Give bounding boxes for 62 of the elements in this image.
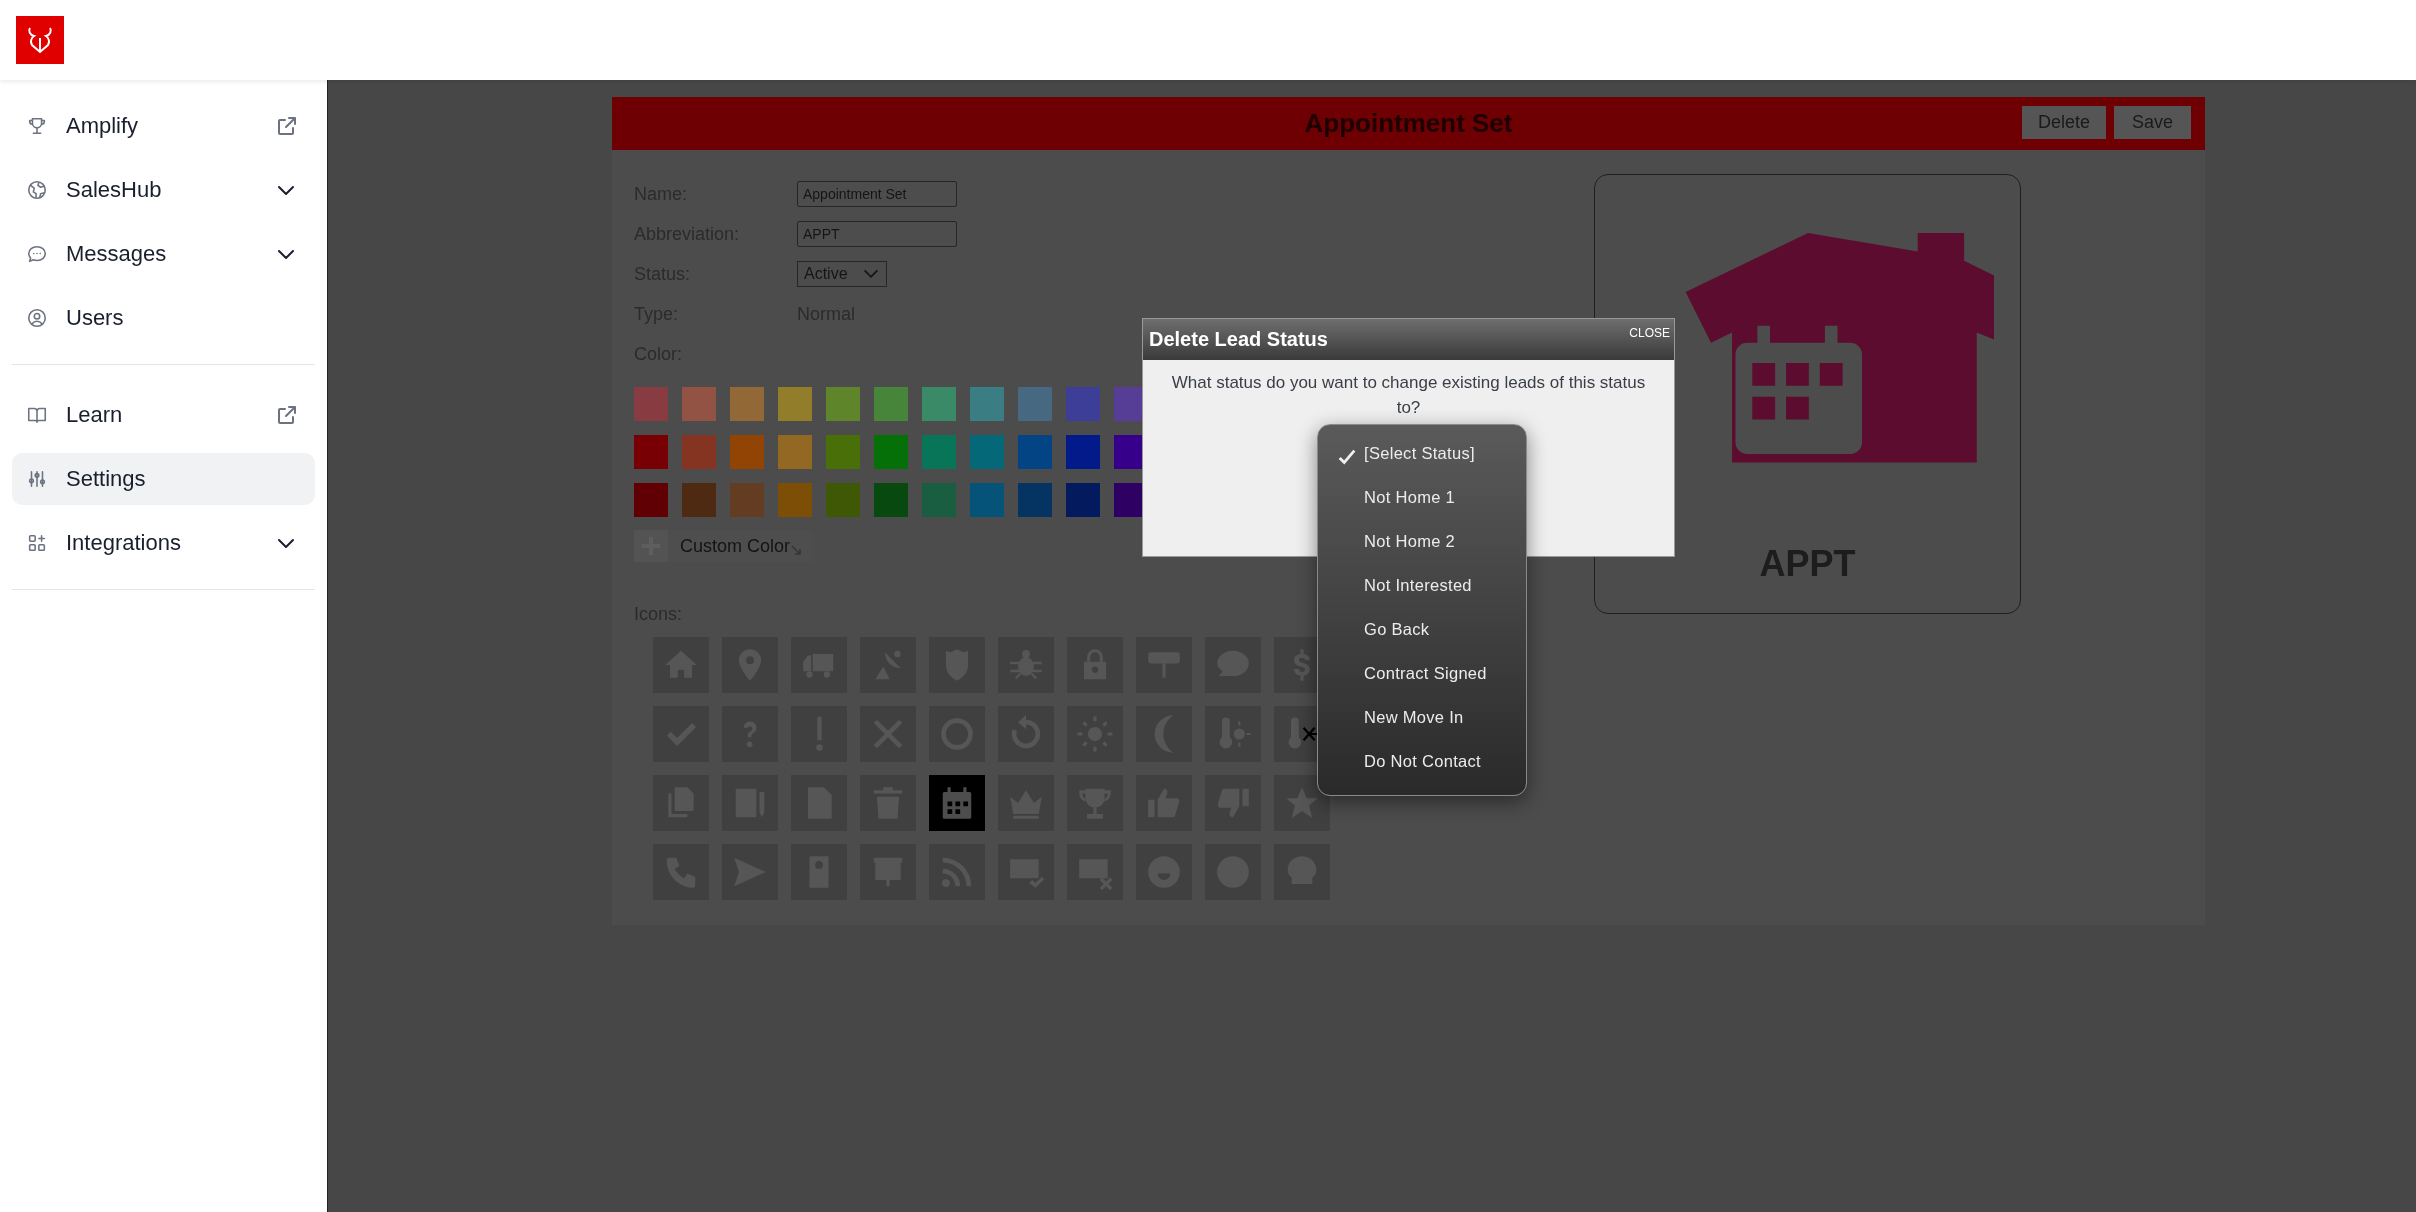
- dropdown-option[interactable]: Not Home 2: [1318, 519, 1526, 563]
- chevron-down-icon: [861, 269, 880, 279]
- color-swatch[interactable]: [778, 387, 812, 421]
- close-button[interactable]: CLOSE: [1629, 326, 1670, 340]
- color-swatch[interactable]: [778, 483, 812, 517]
- color-swatch[interactable]: [1018, 435, 1052, 469]
- chat-bubble-icon: [26, 243, 48, 265]
- sidebar-item[interactable]: SalesHub: [12, 164, 315, 216]
- color-swatch[interactable]: [634, 435, 668, 469]
- dropdown-option[interactable]: Not Interested: [1318, 563, 1526, 607]
- color-swatch[interactable]: [730, 387, 764, 421]
- external-link-icon: [275, 403, 299, 427]
- external-link-icon: [275, 114, 299, 138]
- color-swatch[interactable]: [1018, 387, 1052, 421]
- dropdown-option[interactable]: Contract Signed: [1318, 651, 1526, 695]
- color-swatch[interactable]: [826, 483, 860, 517]
- color-swatch[interactable]: [1066, 435, 1100, 469]
- dropdown-option[interactable]: Go Back: [1318, 607, 1526, 651]
- color-swatch[interactable]: [922, 435, 956, 469]
- sidebar-item[interactable]: Settings: [12, 453, 315, 505]
- color-swatch[interactable]: [682, 387, 716, 421]
- color-swatch[interactable]: [922, 483, 956, 517]
- dropdown-option[interactable]: Do Not Contact: [1318, 739, 1526, 783]
- sidebar-item[interactable]: Learn: [12, 389, 315, 441]
- color-swatch[interactable]: [730, 435, 764, 469]
- color-swatch[interactable]: [634, 387, 668, 421]
- logo-icon[interactable]: [16, 16, 64, 64]
- trophy-icon: [26, 115, 48, 137]
- color-swatch[interactable]: [682, 435, 716, 469]
- color-swatch[interactable]: [826, 435, 860, 469]
- color-swatch[interactable]: [970, 483, 1004, 517]
- user-circle-icon: [26, 307, 48, 329]
- sliders-icon: [26, 468, 48, 490]
- dropdown-option[interactable]: New Move In: [1318, 695, 1526, 739]
- color-swatch[interactable]: [778, 435, 812, 469]
- color-swatch[interactable]: [682, 483, 716, 517]
- color-swatch[interactable]: [970, 435, 1004, 469]
- icon-option[interactable]: [929, 775, 985, 831]
- dropdown-option[interactable]: [Select Status]: [1318, 431, 1526, 475]
- grid-plus-icon: [26, 532, 48, 554]
- sidebar-item[interactable]: Messages: [12, 228, 315, 280]
- color-swatch[interactable]: [826, 387, 860, 421]
- dropdown-option[interactable]: Not Home 1: [1318, 475, 1526, 519]
- status-title: Appointment Set: [1304, 108, 1513, 139]
- color-swatch[interactable]: [922, 387, 956, 421]
- color-swatch[interactable]: [874, 483, 908, 517]
- color-swatch[interactable]: [634, 483, 668, 517]
- sidebar-item[interactable]: Integrations: [12, 517, 315, 569]
- dialog-message: What status do you want to change existing leads of this status to?: [1170, 372, 1647, 419]
- icon-option[interactable]: [1274, 775, 1330, 831]
- dialog-title: Delete Lead Status: [1149, 328, 1328, 351]
- sidebar-item[interactable]: Amplify: [12, 100, 315, 152]
- color-swatch[interactable]: [970, 387, 1004, 421]
- color-swatch[interactable]: [1018, 483, 1052, 517]
- color-swatch[interactable]: [1066, 483, 1100, 517]
- color-swatch[interactable]: [874, 387, 908, 421]
- color-swatch[interactable]: [730, 483, 764, 517]
- color-swatch[interactable]: [874, 435, 908, 469]
- resize-handle-icon: [790, 544, 803, 556]
- color-swatch[interactable]: [1066, 387, 1100, 421]
- sidebar-item[interactable]: Users: [12, 292, 315, 344]
- globe-icon: [26, 179, 48, 201]
